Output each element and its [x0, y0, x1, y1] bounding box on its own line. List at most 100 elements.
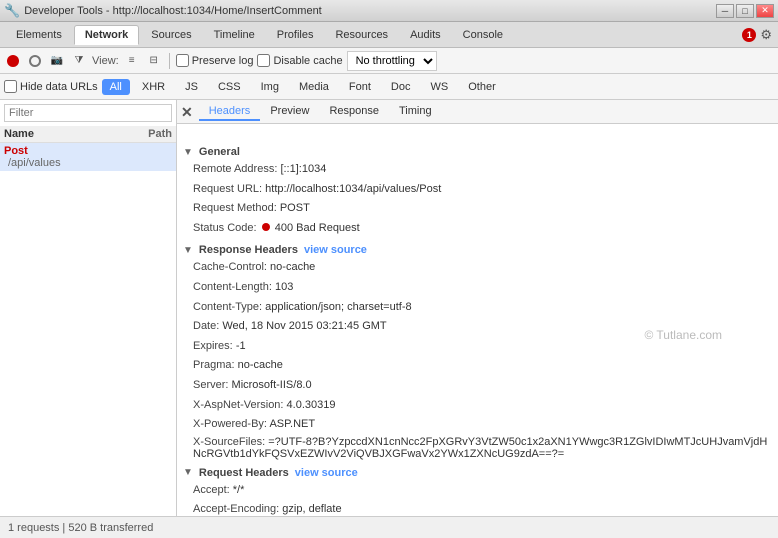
name-column-header: Name: [4, 128, 148, 140]
settings-icon[interactable]: ⚙: [760, 27, 772, 43]
right-panel: ✕ Headers Preview Response Timing © Tutl…: [177, 100, 778, 516]
response-header-content-type: Content-Type: application/json; charset=…: [183, 298, 772, 318]
status-bar: 1 requests | 520 B transferred: [0, 516, 778, 538]
response-header-date: Date: Wed, 18 Nov 2015 03:21:45 GMT: [183, 317, 772, 337]
record-button[interactable]: [4, 52, 22, 70]
throttle-select[interactable]: No throttling GPRS Regular 2G Good 2G Re…: [347, 51, 437, 71]
preserve-log-checkbox[interactable]: [176, 54, 189, 67]
detail-tab-response[interactable]: Response: [319, 103, 389, 121]
general-section-title: General: [199, 146, 240, 158]
filter-button[interactable]: ⧩: [70, 52, 88, 70]
list-view-icon[interactable]: ≡: [123, 52, 141, 70]
window-buttons: ─ □ ✕: [716, 4, 774, 18]
tab-resources[interactable]: Resources: [325, 26, 398, 44]
close-button[interactable]: ✕: [756, 4, 774, 18]
hide-data-urls-checkbox[interactable]: [4, 80, 17, 93]
remote-address-key: Remote Address:: [193, 163, 277, 175]
status-dot-icon: [262, 223, 270, 231]
screenshot-button[interactable]: 📷: [48, 52, 66, 70]
status-text: 1 requests | 520 B transferred: [8, 522, 153, 534]
request-header-accept: Accept: */*: [183, 481, 772, 501]
titlebar-title: Developer Tools - http://localhost:1034/…: [24, 5, 716, 17]
request-headers-arrow-icon: ▼: [183, 467, 193, 478]
status-code-key: Status Code:: [193, 222, 257, 234]
detail-view-icon[interactable]: ⊟: [145, 52, 163, 70]
detail-tabs: ✕ Headers Preview Response Timing: [177, 100, 778, 124]
response-header-server: Server: Microsoft-IIS/8.0: [183, 376, 772, 396]
request-item-post[interactable]: Post /api/values: [0, 143, 176, 171]
filter-tab-img[interactable]: Img: [253, 79, 287, 95]
response-headers-arrow-icon: ▼: [183, 245, 193, 256]
general-arrow-icon: ▼: [183, 147, 193, 158]
filter-tab-css[interactable]: CSS: [210, 79, 249, 95]
status-code-val: 400 Bad Request: [275, 222, 360, 234]
request-url-val: http://localhost:1034/api/values/Post: [265, 183, 441, 195]
maximize-button[interactable]: □: [736, 4, 754, 18]
response-headers-title: Response Headers: [199, 244, 298, 256]
filter-tab-js[interactable]: JS: [177, 79, 206, 95]
response-header-cache-control: Cache-Control: no-cache: [183, 258, 772, 278]
detail-tab-timing[interactable]: Timing: [389, 103, 442, 121]
hide-data-urls-text: Hide data URLs: [20, 81, 98, 93]
request-method-row: Request Method: POST: [183, 199, 772, 219]
detail-tab-headers[interactable]: Headers: [199, 103, 261, 121]
path-column-header: Path: [148, 128, 172, 140]
request-path: /api/values: [4, 157, 61, 169]
request-url-key: Request URL:: [193, 183, 262, 195]
response-header-x-powered: X-Powered-By: ASP.NET: [183, 415, 772, 435]
filter-tab-xhr[interactable]: XHR: [134, 79, 173, 95]
filter-tab-doc[interactable]: Doc: [383, 79, 419, 95]
response-header-x-aspnet: X-AspNet-Version: 4.0.30319: [183, 396, 772, 416]
request-method-key: Request Method:: [193, 202, 277, 214]
response-header-x-sourcefiles: X-SourceFiles: =?UTF-8?B?YzpccdXN1cnNcc2…: [183, 435, 772, 461]
main-toolbar: Elements Network Sources Timeline Profil…: [0, 22, 778, 48]
left-panel-header: Name Path: [0, 126, 176, 143]
filter-tab-other[interactable]: Other: [460, 79, 504, 95]
response-header-expires: Expires: -1: [183, 337, 772, 357]
request-headers-title: Request Headers: [199, 467, 289, 479]
detail-tab-preview[interactable]: Preview: [260, 103, 319, 121]
preserve-log-label[interactable]: Preserve log: [176, 54, 254, 67]
filter-tab-media[interactable]: Media: [291, 79, 337, 95]
close-detail-button[interactable]: ✕: [181, 105, 193, 119]
filter-tab-ws[interactable]: WS: [422, 79, 456, 95]
tab-timeline[interactable]: Timeline: [204, 26, 265, 44]
request-name: Post: [4, 145, 61, 157]
preserve-log-text: Preserve log: [192, 55, 254, 67]
disable-cache-checkbox[interactable]: [257, 54, 270, 67]
view-label: View:: [92, 55, 119, 67]
view-source-link[interactable]: view source: [304, 244, 367, 256]
disable-cache-text: Disable cache: [273, 55, 342, 67]
minimize-button[interactable]: ─: [716, 4, 734, 18]
tab-console[interactable]: Console: [453, 26, 513, 44]
request-view-source-link[interactable]: view source: [295, 467, 358, 479]
response-header-pragma: Pragma: no-cache: [183, 356, 772, 376]
tab-profiles[interactable]: Profiles: [267, 26, 324, 44]
network-toolbar: 📷 ⧩ View: ≡ ⊟ Preserve log Disable cache…: [0, 48, 778, 74]
stop-button[interactable]: [26, 52, 44, 70]
search-input[interactable]: [4, 104, 172, 122]
hide-data-urls-label[interactable]: Hide data URLs: [4, 80, 98, 93]
remote-address-row: Remote Address: [::1]:1034: [183, 160, 772, 180]
separator: [169, 53, 170, 69]
filter-tab-all[interactable]: All: [102, 79, 130, 95]
main-content: Name Path Post /api/values ✕ Headers Pre…: [0, 100, 778, 516]
tab-network[interactable]: Network: [74, 25, 139, 45]
request-headers-section: ▼ Request Headers view source: [183, 467, 772, 479]
disable-cache-label[interactable]: Disable cache: [257, 54, 342, 67]
remote-address-val: [::1]:1034: [280, 163, 326, 175]
left-panel: Name Path Post /api/values: [0, 100, 177, 516]
filter-bar: Hide data URLs All XHR JS CSS Img Media …: [0, 74, 778, 100]
request-header-accept-encoding: Accept-Encoding: gzip, deflate: [183, 500, 772, 516]
filter-tab-font[interactable]: Font: [341, 79, 379, 95]
error-badge: 1: [742, 28, 756, 42]
request-method-val: POST: [280, 202, 310, 214]
tab-sources[interactable]: Sources: [141, 26, 201, 44]
tab-elements[interactable]: Elements: [6, 26, 72, 44]
response-header-content-length: Content-Length: 103: [183, 278, 772, 298]
general-section-header: ▼ General: [183, 146, 772, 158]
titlebar: 🔧 Developer Tools - http://localhost:103…: [0, 0, 778, 22]
response-headers-section: ▼ Response Headers view source: [183, 244, 772, 256]
request-url-row: Request URL: http://localhost:1034/api/v…: [183, 180, 772, 200]
tab-audits[interactable]: Audits: [400, 26, 451, 44]
